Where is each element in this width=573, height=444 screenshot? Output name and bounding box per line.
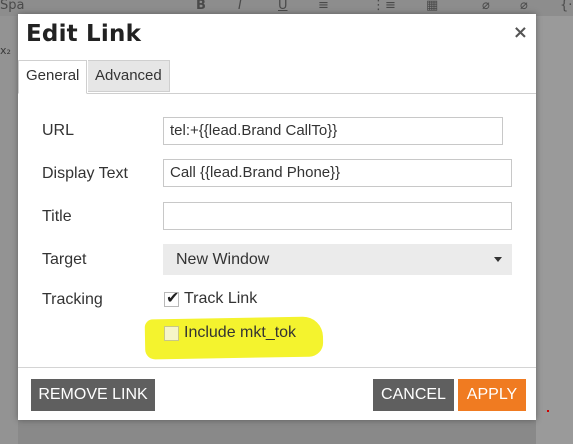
tab-general[interactable]: General bbox=[18, 60, 88, 94]
target-select[interactable]: New Window bbox=[163, 244, 512, 275]
tracking-label: Tracking bbox=[42, 291, 103, 308]
editor-left-strip bbox=[0, 16, 18, 444]
footer-divider bbox=[18, 367, 536, 368]
track-link-checkbox[interactable]: ✔ bbox=[164, 288, 179, 307]
tab-bar: General Advanced bbox=[18, 60, 536, 94]
cancel-button[interactable]: CANCEL bbox=[373, 379, 454, 411]
url-label: URL bbox=[42, 122, 75, 139]
title-input[interactable] bbox=[163, 202, 512, 230]
link-icon: ⌀ bbox=[482, 0, 490, 13]
unlink-icon: ⌀ bbox=[520, 0, 528, 13]
close-icon[interactable]: × bbox=[513, 24, 528, 42]
target-label: Target bbox=[42, 251, 87, 268]
underline-icon: U bbox=[278, 0, 288, 13]
title-label: Title bbox=[42, 208, 72, 225]
checkmark-icon: ✔ bbox=[166, 288, 180, 307]
dialog-title: Edit Link bbox=[26, 21, 142, 47]
italic-icon: I bbox=[238, 0, 242, 13]
cursor-dot bbox=[547, 410, 549, 412]
display-text-input[interactable]: Call {{lead.Brand Phone}} bbox=[163, 159, 512, 187]
url-input[interactable]: tel:+{{lead.Brand CallTo}} bbox=[163, 117, 503, 145]
table-icon: ▦ bbox=[426, 0, 439, 13]
remove-link-button[interactable]: REMOVE LINK bbox=[31, 379, 155, 411]
edit-link-dialog: Edit Link × General Advanced URL tel:+{{… bbox=[18, 14, 536, 420]
subscript-icon: x₂ bbox=[0, 44, 11, 57]
include-mkt-tok-checkbox[interactable] bbox=[164, 326, 179, 341]
display-text-label: Display Text bbox=[42, 165, 128, 182]
include-mkt-tok-label: Include mkt_tok bbox=[184, 324, 297, 341]
align-icon: ≡ bbox=[318, 0, 329, 13]
bg-glyph: Spa bbox=[0, 0, 25, 13]
bold-icon: B bbox=[196, 0, 206, 13]
editor-right-strip bbox=[536, 16, 573, 444]
apply-button[interactable]: APPLY bbox=[458, 379, 526, 411]
code-icon: {· bbox=[560, 0, 573, 13]
tab-advanced[interactable]: Advanced bbox=[88, 60, 170, 92]
list-icon: ⋮≡ bbox=[372, 0, 396, 13]
target-selected-value: New Window bbox=[176, 251, 270, 268]
track-link-label: Track Link bbox=[184, 290, 258, 307]
chevron-down-icon bbox=[494, 257, 502, 262]
